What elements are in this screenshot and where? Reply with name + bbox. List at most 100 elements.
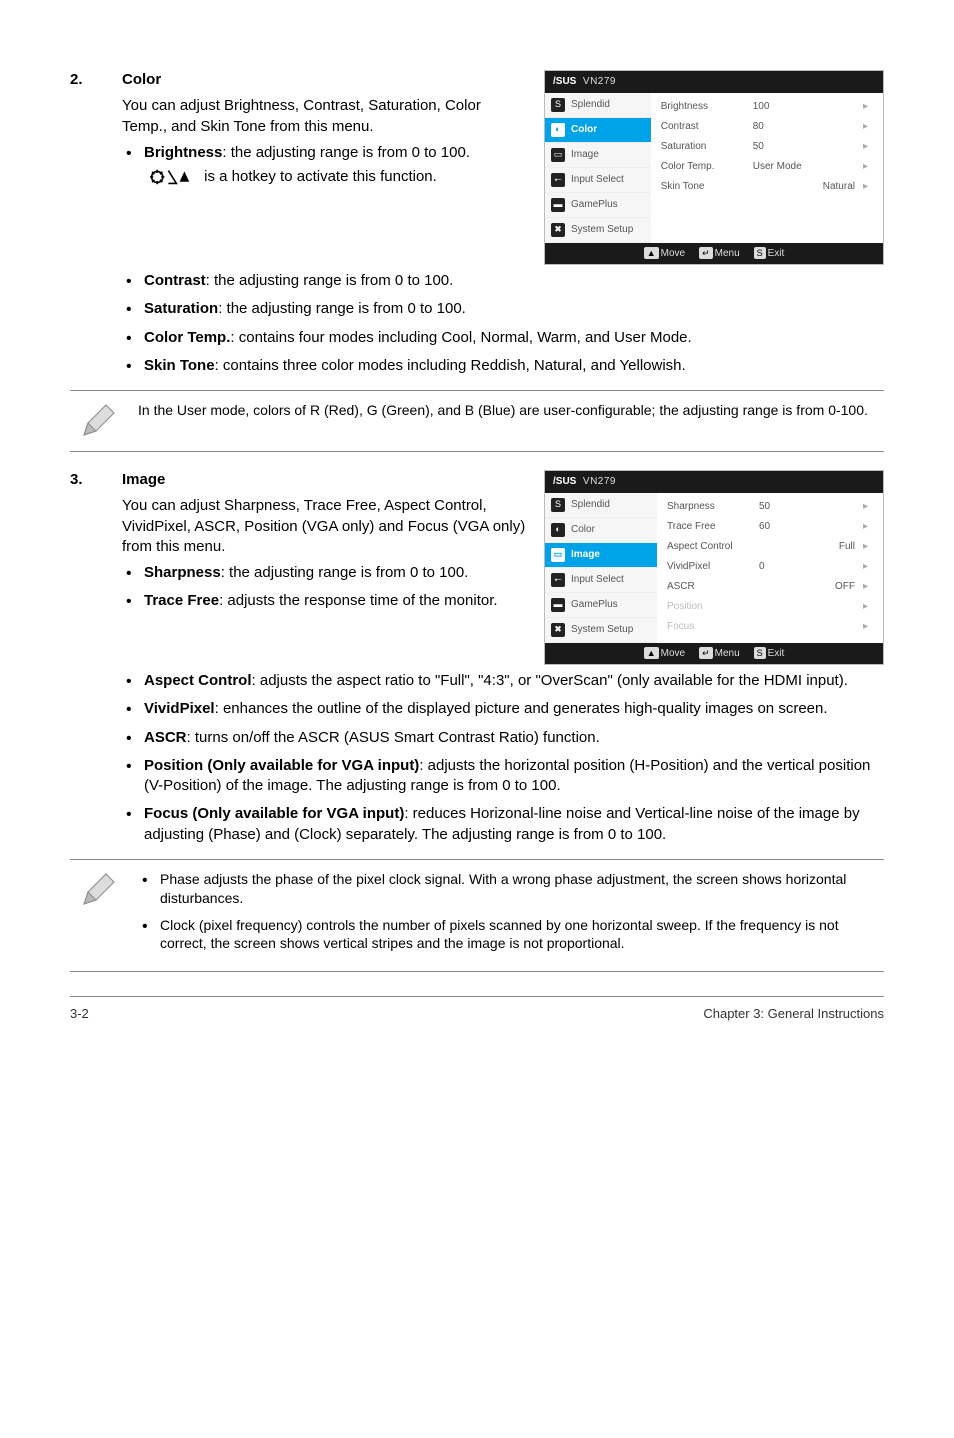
row-label: Position: [667, 600, 759, 614]
bullet-list: Sharpness: the adjusting range is from 0…: [122, 563, 526, 612]
exit-icon: S: [754, 647, 766, 659]
col-text: 3. Image You can adjust Sharpness, Trace…: [70, 470, 526, 620]
two-col: 2. Color You can adjust Brightness, Cont…: [70, 70, 884, 265]
row-label: Saturation: [661, 140, 753, 154]
osd-row[interactable]: Sharpness50▸: [667, 497, 873, 517]
row-value: 60: [759, 520, 829, 534]
osd-row[interactable]: Skin ToneNatural▸: [661, 177, 873, 197]
bullet-item: VividPixel: enhances the outline of the …: [122, 699, 884, 719]
hotkey-tail: is a hotkey to activate this function.: [204, 168, 437, 185]
item-bold: ASCR: [144, 729, 187, 746]
side-label: GamePlus: [571, 598, 618, 612]
intro-text: You can adjust Sharpness, Trace Free, As…: [122, 496, 526, 557]
two-col: 3. Image You can adjust Sharpness, Trace…: [70, 470, 884, 665]
osd-brand: /SUS: [553, 76, 576, 87]
bullet-item: Sharpness: the adjusting range is from 0…: [122, 563, 526, 583]
bullet-item: Contrast: the adjusting range is from 0 …: [122, 271, 884, 291]
note-text: In the User mode, colors of R (Red), G (…: [138, 401, 880, 420]
bullet-item: Brightness: the adjusting range is from …: [122, 143, 526, 188]
foot-label: Move: [661, 648, 685, 659]
page-footer: 3-2 Chapter 3: General Instructions: [70, 996, 884, 1023]
osd-side-system[interactable]: ✖System Setup: [545, 218, 651, 243]
move-icon: ▲: [644, 247, 659, 259]
row-label: Focus: [667, 620, 759, 634]
osd-image-panel: /SUS VN279 SSplendid ◐Color ▭Image ⭠Inpu…: [544, 470, 884, 665]
col-osd: /SUS VN279 SSplendid ◐Color ▭Image ⭠Inpu…: [544, 70, 884, 265]
osd-side-gameplus[interactable]: ▬GamePlus: [545, 193, 651, 218]
hotkey-line: is a hotkey to activate this function.: [144, 167, 526, 187]
row-extra: OFF: [829, 580, 863, 594]
col-osd: /SUS VN279 SSplendid ◐Color ▭Image ⭠Inpu…: [544, 470, 884, 665]
input-icon: ⭠: [551, 573, 565, 587]
bullet-item: Trace Free: adjusts the response time of…: [122, 591, 526, 611]
bullet-list: Contrast: the adjusting range is from 0 …: [122, 271, 884, 376]
osd-main: Sharpness50▸ Trace Free60▸ Aspect Contro…: [657, 493, 883, 643]
row-label: Skin Tone: [661, 180, 753, 194]
menu-icon: ↵: [699, 247, 713, 259]
osd-side-color[interactable]: ◐Color: [545, 118, 651, 143]
osd-row[interactable]: Saturation50▸: [661, 137, 873, 157]
menu-icon: ↵: [699, 647, 713, 659]
col-text: 2. Color You can adjust Brightness, Cont…: [70, 70, 526, 195]
osd-footer: ▲Move ↵Menu SExit: [545, 643, 883, 665]
osd-row[interactable]: ASCROFF▸: [667, 577, 873, 597]
chevron-right-icon: ▸: [863, 120, 873, 134]
chevron-right-icon: ▸: [863, 600, 873, 614]
intro-text: You can adjust Brightness, Contrast, Sat…: [122, 96, 526, 137]
osd-row[interactable]: VividPixel0▸: [667, 557, 873, 577]
chevron-right-icon: ▸: [863, 540, 873, 554]
osd-side-system[interactable]: ✖System Setup: [545, 618, 657, 643]
chevron-right-icon: ▸: [863, 140, 873, 154]
bullet-item: Aspect Control: adjusts the aspect ratio…: [122, 671, 884, 691]
side-label: Image: [571, 148, 599, 162]
foot-label: Menu: [715, 648, 740, 659]
footer-left: 3-2: [70, 1005, 89, 1023]
pen-icon: [74, 870, 122, 910]
palette-icon: ◐: [551, 123, 565, 137]
item-text: : turns on/off the ASCR (ASUS Smart Cont…: [187, 729, 600, 746]
osd-row[interactable]: Brightness100▸: [661, 97, 873, 117]
item-bold: Color Temp.: [144, 329, 230, 346]
section-color: 2. Color You can adjust Brightness, Cont…: [70, 70, 884, 452]
foot-exit: SExit: [754, 647, 785, 661]
osd-row: Focus▸: [667, 617, 873, 637]
osd-row[interactable]: Trace Free60▸: [667, 517, 873, 537]
row-label: VividPixel: [667, 560, 759, 574]
osd-side-input[interactable]: ⭠ Input Select: [545, 568, 657, 593]
item-bold: Brightness: [144, 144, 222, 161]
header-row: 2. Color: [70, 70, 526, 90]
osd-side-color[interactable]: ◐Color: [545, 518, 657, 543]
osd-side-gameplus[interactable]: ▬GamePlus: [545, 593, 657, 618]
chevron-right-icon: ▸: [863, 160, 873, 174]
osd-side-splendid[interactable]: SSplendid: [545, 93, 651, 118]
side-label: Input Select: [571, 173, 624, 187]
foot-label: Exit: [768, 648, 785, 659]
side-label: GamePlus: [571, 198, 618, 212]
item-text: : the adjusting range is from 0 to 100.: [206, 272, 454, 289]
section-body: You can adjust Sharpness, Trace Free, As…: [70, 496, 526, 611]
osd-row[interactable]: Aspect ControlFull▸: [667, 537, 873, 557]
side-label: Splendid: [571, 98, 610, 112]
osd-main: Brightness100▸ Contrast80▸ Saturation50▸…: [651, 93, 883, 243]
osd-model: VN279: [583, 476, 616, 487]
note-box: In the User mode, colors of R (Red), G (…: [70, 390, 884, 452]
foot-menu: ↵Menu: [699, 247, 740, 261]
section-number: 2.: [70, 70, 94, 90]
osd-title: /SUS VN279: [545, 71, 883, 93]
item-text: : adjusts the response time of the monit…: [219, 592, 497, 609]
chevron-right-icon: ▸: [863, 500, 873, 514]
osd-row[interactable]: Contrast80▸: [661, 117, 873, 137]
row-label: Trace Free: [667, 520, 759, 534]
osd-side-image[interactable]: ▭Image: [545, 543, 657, 568]
osd-row[interactable]: Color Temp.User Mode▸: [661, 157, 873, 177]
note-text: Phase adjusts the phase of the pixel clo…: [138, 870, 880, 962]
osd-side-input[interactable]: ⭠Input Select: [545, 168, 651, 193]
section-image: 3. Image You can adjust Sharpness, Trace…: [70, 470, 884, 972]
note-item: Clock (pixel frequency) controls the num…: [138, 916, 880, 954]
foot-move: ▲Move: [644, 647, 685, 661]
footer-right: Chapter 3: General Instructions: [703, 1005, 884, 1023]
foot-label: Menu: [715, 248, 740, 259]
side-label: Input Select: [571, 573, 624, 587]
osd-side-splendid[interactable]: SSplendid: [545, 493, 657, 518]
osd-side-image[interactable]: ▭Image: [545, 143, 651, 168]
